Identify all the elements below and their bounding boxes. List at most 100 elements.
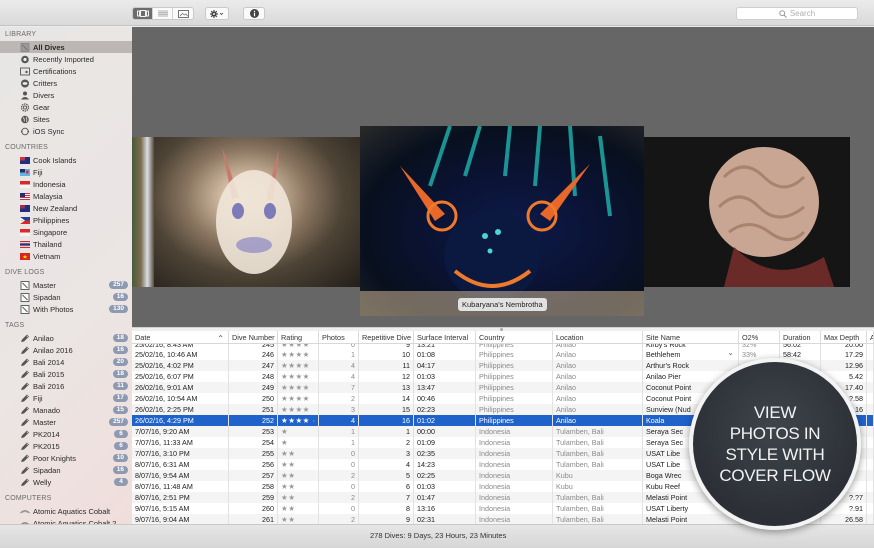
sidebar-item-bali-2016[interactable]: Bali 2016 11: [0, 380, 132, 392]
sidebar-item-label: Anilao 2016: [33, 345, 73, 355]
sidebar-item-divers[interactable]: Divers: [0, 89, 132, 101]
count-badge: 17: [112, 394, 128, 402]
tag-icon: [20, 370, 30, 379]
sidebar-item-critters[interactable]: Critters: [0, 77, 132, 89]
coverflow-view-button[interactable]: [133, 8, 153, 19]
cell-av: [867, 382, 874, 393]
sidebar-item-anilao-2016[interactable]: Anilao 2016 16: [0, 344, 132, 356]
sidebar-item-atomic-aquatics-cobalt[interactable]: Atomic Aquatics Cobalt: [0, 505, 132, 517]
column-header-surface-interval[interactable]: Surface Interval: [414, 331, 476, 343]
rating-stars[interactable]: ★★: [278, 481, 319, 492]
rating-stars[interactable]: ★★: [278, 448, 319, 459]
sidebar-item-singapore[interactable]: Singapore: [0, 226, 132, 238]
cell-site: Melasti Point: [643, 514, 739, 524]
sidebar-item-philippines[interactable]: Philippines: [0, 214, 132, 226]
coverflow-view[interactable]: Kubaryana's Nembrotha: [132, 27, 874, 327]
column-header-label: Surface Interval: [417, 333, 469, 342]
sidebar-item-thailand[interactable]: Thailand: [0, 238, 132, 250]
column-header-rating[interactable]: Rating: [278, 331, 319, 343]
cell-av: [867, 448, 874, 459]
search-field[interactable]: Search: [736, 7, 858, 20]
sidebar-item-all-dives[interactable]: All Dives: [0, 41, 132, 53]
cell-date: 9/07/16, 9:04 AM: [132, 514, 229, 524]
cell-rep: 9: [359, 514, 414, 524]
cell-num: 248: [229, 371, 278, 382]
recent-import-icon: [20, 55, 30, 64]
sidebar-item-fiji[interactable]: Fiji 17: [0, 392, 132, 404]
column-header-location[interactable]: Location: [553, 331, 643, 343]
sidebar-item-malaysia[interactable]: Malaysia: [0, 190, 132, 202]
sidebar-item-indonesia[interactable]: Indonesia: [0, 178, 132, 190]
rating-stars[interactable]: ★★★★: [278, 382, 319, 393]
sidebar-item-anilao[interactable]: Anilao 18: [0, 332, 132, 344]
rating-stars[interactable]: ★★★★: [278, 360, 319, 371]
coverflow-photo-far-left[interactable]: [132, 137, 154, 287]
list-view-button[interactable]: [153, 8, 173, 19]
sidebar-item-vietnam[interactable]: Vietnam: [0, 250, 132, 262]
sidebar-item-sipadan[interactable]: Sipadan 16: [0, 291, 132, 303]
rating-stars[interactable]: ★: [278, 437, 319, 448]
chevron-down-icon[interactable]: ⌄: [727, 349, 734, 358]
sidebar-item-recently-imported[interactable]: Recently Imported: [0, 53, 132, 65]
rating-stars[interactable]: ★★: [278, 492, 319, 503]
rating-stars[interactable]: ★★★★ ·: [278, 415, 319, 426]
column-header-duration[interactable]: Duration: [780, 331, 821, 343]
cell-rep: 10: [359, 349, 414, 360]
sidebar-item-master[interactable]: Master 257: [0, 279, 132, 291]
rating-stars[interactable]: ★★★★: [278, 349, 319, 360]
column-header-country[interactable]: Country: [476, 331, 553, 343]
cell-location: Kubu: [553, 481, 643, 492]
column-header-o2[interactable]: O2%: [739, 331, 780, 343]
cell-country: Indonesia: [476, 492, 553, 503]
action-menu-button[interactable]: [205, 7, 229, 20]
sidebar-item-welly[interactable]: Welly 4: [0, 476, 132, 488]
sidebar-item-gear[interactable]: Gear: [0, 101, 132, 113]
sidebar-item-label: All Dives: [33, 42, 65, 52]
sidebar-item-cook-islands[interactable]: Cook Islands: [0, 154, 132, 166]
column-header-site-name[interactable]: Site Name: [643, 331, 739, 343]
sidebar-item-with-photos[interactable]: With Photos 130: [0, 303, 132, 315]
sidebar-item-atomic-aquatics-cobalt-2[interactable]: Atomic Aquatics Cobalt 2: [0, 517, 132, 524]
tag-icon: [20, 382, 30, 391]
promo-line: COVER FLOW: [719, 466, 831, 485]
certification-card-icon: [20, 67, 30, 76]
column-header-date[interactable]: Date ⌃: [132, 331, 229, 343]
column-header-max-depth[interactable]: Max Depth: [821, 331, 867, 343]
sidebar-item-sites[interactable]: Sites: [0, 113, 132, 125]
sidebar-item-manado[interactable]: Manado 15: [0, 404, 132, 416]
cell-num: 250: [229, 393, 278, 404]
cell-num: 252: [229, 415, 278, 426]
rating-stars[interactable]: ★★: [278, 503, 319, 514]
sidebar-item-sipadan[interactable]: Sipadan 16: [0, 464, 132, 476]
column-header-photos[interactable]: Photos: [319, 331, 359, 343]
sidebar-item-bali-2014[interactable]: Bali 2014 20: [0, 356, 132, 368]
rating-stars[interactable]: ★★: [278, 470, 319, 481]
rating-stars[interactable]: ★: [278, 426, 319, 437]
rating-stars[interactable]: ★★★★: [278, 393, 319, 404]
sidebar-item-bali-2015[interactable]: Bali 2015 18: [0, 368, 132, 380]
rating-stars[interactable]: ★★: [278, 514, 319, 524]
coverflow-photo-right[interactable]: [644, 137, 850, 287]
column-header-dive-number[interactable]: Dive Number: [229, 331, 278, 343]
coverflow-photo-center[interactable]: [360, 126, 644, 316]
sidebar-item-fiji[interactable]: Fiji: [0, 166, 132, 178]
coverflow-photo-left[interactable]: [154, 137, 360, 287]
sidebar-item-master[interactable]: Master 257: [0, 416, 132, 428]
sidebar-item-ios-sync[interactable]: iOS Sync: [0, 125, 132, 137]
sort-ascending-icon[interactable]: ⌃: [217, 332, 224, 343]
sidebar-item-pk2015[interactable]: PK2015 6: [0, 440, 132, 452]
rating-stars[interactable]: ★★★★: [278, 371, 319, 382]
column-header-repetitive-dive[interactable]: Repetitive Dive: [359, 331, 414, 343]
sidebar-item-pk2014[interactable]: PK2014 6: [0, 428, 132, 440]
rating-stars[interactable]: ★★★★: [278, 404, 319, 415]
column-header-av[interactable]: Av: [867, 331, 874, 343]
photo-view-button[interactable]: [173, 8, 193, 19]
rating-stars[interactable]: ★★: [278, 459, 319, 470]
column-header-label: Repetitive Dive: [362, 333, 412, 342]
cell-location: Tulamben, Bali: [553, 437, 643, 448]
sidebar-item-certifications[interactable]: Certifications: [0, 65, 132, 77]
info-button[interactable]: [243, 7, 265, 20]
sidebar-item-new-zealand[interactable]: New Zealand: [0, 202, 132, 214]
sidebar-item-poor-knights[interactable]: Poor Knights 10: [0, 452, 132, 464]
table-header: Date ⌃ Dive Number Rating Photos Repetitive D…: [132, 331, 874, 344]
